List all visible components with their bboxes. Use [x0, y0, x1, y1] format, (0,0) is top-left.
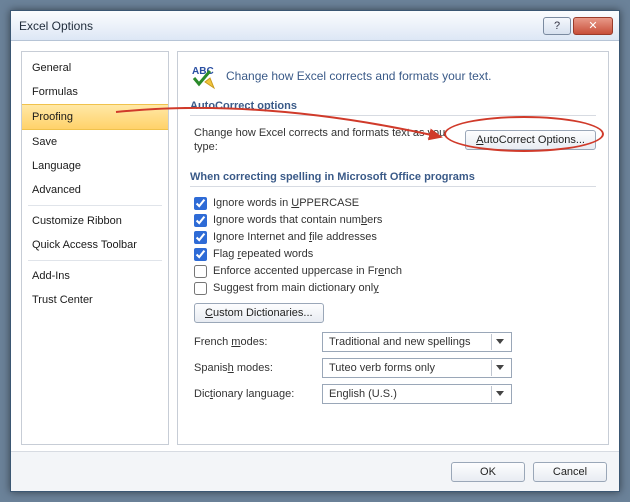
chk-ignore-internet[interactable]	[194, 231, 207, 244]
chk-enforce-accented[interactable]	[194, 265, 207, 278]
sidebar-item-advanced[interactable]: Advanced	[22, 178, 168, 202]
sidebar-item-general[interactable]: General	[22, 56, 168, 80]
lbl-flag-repeated: Flag repeated words	[213, 248, 313, 260]
autocorrect-options-button[interactable]: AutoCorrect Options...	[465, 130, 596, 150]
sidebar-item-language[interactable]: Language	[22, 154, 168, 178]
page-header: Change how Excel corrects and formats yo…	[226, 69, 491, 83]
chk-main-dict-only[interactable]	[194, 282, 207, 295]
chk-ignore-uppercase[interactable]	[194, 197, 207, 210]
dialog-footer: OK Cancel	[11, 451, 619, 491]
sidebar-item-save[interactable]: Save	[22, 130, 168, 154]
chevron-down-icon	[491, 334, 507, 350]
sidebar-item-trust-center[interactable]: Trust Center	[22, 288, 168, 312]
lbl-ignore-internet: Ignore Internet and file addresses	[213, 231, 377, 243]
window-title: Excel Options	[19, 19, 541, 33]
category-sidebar: General Formulas Proofing Save Language …	[21, 51, 169, 445]
window-buttons: ? ✕	[541, 17, 613, 35]
lbl-enforce-accented: Enforce accented uppercase in French	[213, 265, 402, 277]
select-spanish-modes[interactable]: Tuteo verb forms only	[322, 358, 512, 378]
label-spanish-modes: Spanish modes:	[194, 362, 314, 374]
select-french-modes[interactable]: Traditional and new spellings	[322, 332, 512, 352]
sidebar-item-formulas[interactable]: Formulas	[22, 80, 168, 104]
ok-button[interactable]: OK	[451, 462, 525, 482]
cancel-button[interactable]: Cancel	[533, 462, 607, 482]
sidebar-item-add-ins[interactable]: Add-Ins	[22, 264, 168, 288]
sidebar-divider	[28, 260, 162, 261]
chk-flag-repeated[interactable]	[194, 248, 207, 261]
chevron-down-icon	[491, 360, 507, 376]
lbl-main-dict-only: Suggest from main dictionary only	[213, 282, 379, 294]
autocorrect-desc: Change how Excel corrects and formats te…	[194, 126, 455, 155]
sidebar-item-quick-access-toolbar[interactable]: Quick Access Toolbar	[22, 233, 168, 257]
help-button[interactable]: ?	[543, 17, 571, 35]
section-spelling: When correcting spelling in Microsoft Of…	[190, 171, 596, 187]
lbl-ignore-uppercase: Ignore words in UPPERCASE	[213, 197, 359, 209]
chk-ignore-numbers[interactable]	[194, 214, 207, 227]
section-autocorrect: AutoCorrect options	[190, 100, 596, 116]
proofing-icon: ABC	[190, 62, 218, 90]
close-button[interactable]: ✕	[573, 17, 613, 35]
sidebar-item-proofing[interactable]: Proofing	[22, 104, 168, 130]
titlebar: Excel Options ? ✕	[11, 11, 619, 41]
sidebar-divider	[28, 205, 162, 206]
sidebar-item-customize-ribbon[interactable]: Customize Ribbon	[22, 209, 168, 233]
label-french-modes: French modes:	[194, 336, 314, 348]
excel-options-dialog: Excel Options ? ✕ General Formulas Proof…	[10, 10, 620, 492]
select-dictionary-language[interactable]: English (U.S.)	[322, 384, 512, 404]
custom-dictionaries-button[interactable]: Custom Dictionaries...	[194, 303, 324, 323]
lbl-ignore-numbers: Ignore words that contain numbers	[213, 214, 382, 226]
chevron-down-icon	[491, 386, 507, 402]
main-panel: ABC Change how Excel corrects and format…	[177, 51, 609, 445]
label-dictionary-language: Dictionary language:	[194, 388, 314, 400]
